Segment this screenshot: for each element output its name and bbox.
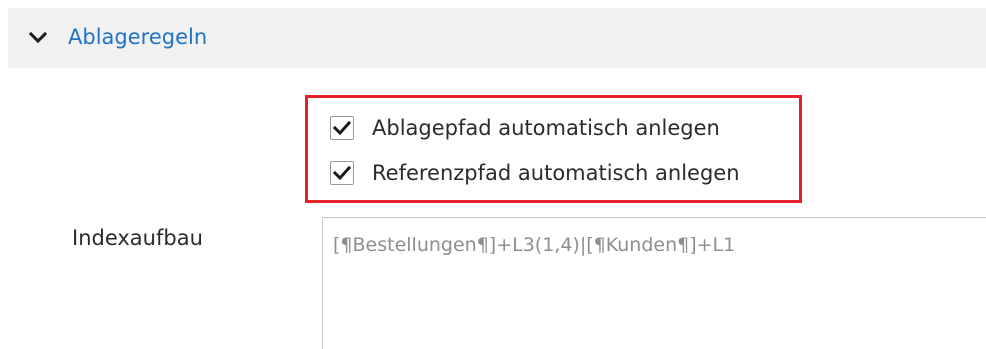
ablagepfad-label[interactable]: Ablagepfad automatisch anlegen (372, 113, 720, 143)
section-title[interactable]: Ablageregeln (68, 22, 207, 52)
ablagepfad-checkbox[interactable] (330, 116, 354, 140)
indexaufbau-field[interactable]: [¶Bestellungen¶]+L3(1,4)|[¶Kunden¶]+L1 (322, 217, 986, 349)
checkmark-icon (333, 120, 351, 136)
checkmark-icon (333, 165, 351, 181)
referenzpfad-label[interactable]: Referenzpfad automatisch anlegen (372, 158, 740, 188)
indexaufbau-label: Indexaufbau (72, 226, 203, 250)
chevron-down-icon[interactable] (28, 28, 48, 48)
indexaufbau-value[interactable]: [¶Bestellungen¶]+L3(1,4)|[¶Kunden¶]+L1 (333, 232, 735, 258)
section-header-ablageregeln[interactable]: Ablageregeln (8, 8, 986, 68)
referenzpfad-checkbox[interactable] (330, 161, 354, 185)
